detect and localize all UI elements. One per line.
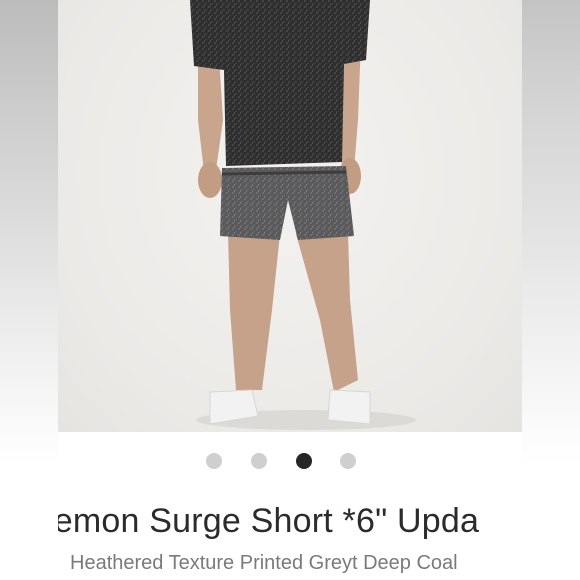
right-blur-margin xyxy=(522,0,580,580)
product-listing: lemon Surge Short *6" Upda Heathered Tex… xyxy=(58,0,522,580)
carousel-dot-2[interactable] xyxy=(251,453,267,469)
product-photo[interactable] xyxy=(58,0,522,432)
carousel-dot-3[interactable] xyxy=(296,453,312,469)
product-subtitle: Heathered Texture Printed Greyt Deep Coa… xyxy=(70,552,458,574)
carousel-indicator xyxy=(58,450,522,472)
model-wearing-shorts-image xyxy=(190,0,416,430)
carousel-dot-4[interactable] xyxy=(340,453,356,469)
product-title: lemon Surge Short *6" Upda xyxy=(58,502,480,540)
carousel-dot-1[interactable] xyxy=(206,453,222,469)
left-blur-margin xyxy=(0,0,58,580)
